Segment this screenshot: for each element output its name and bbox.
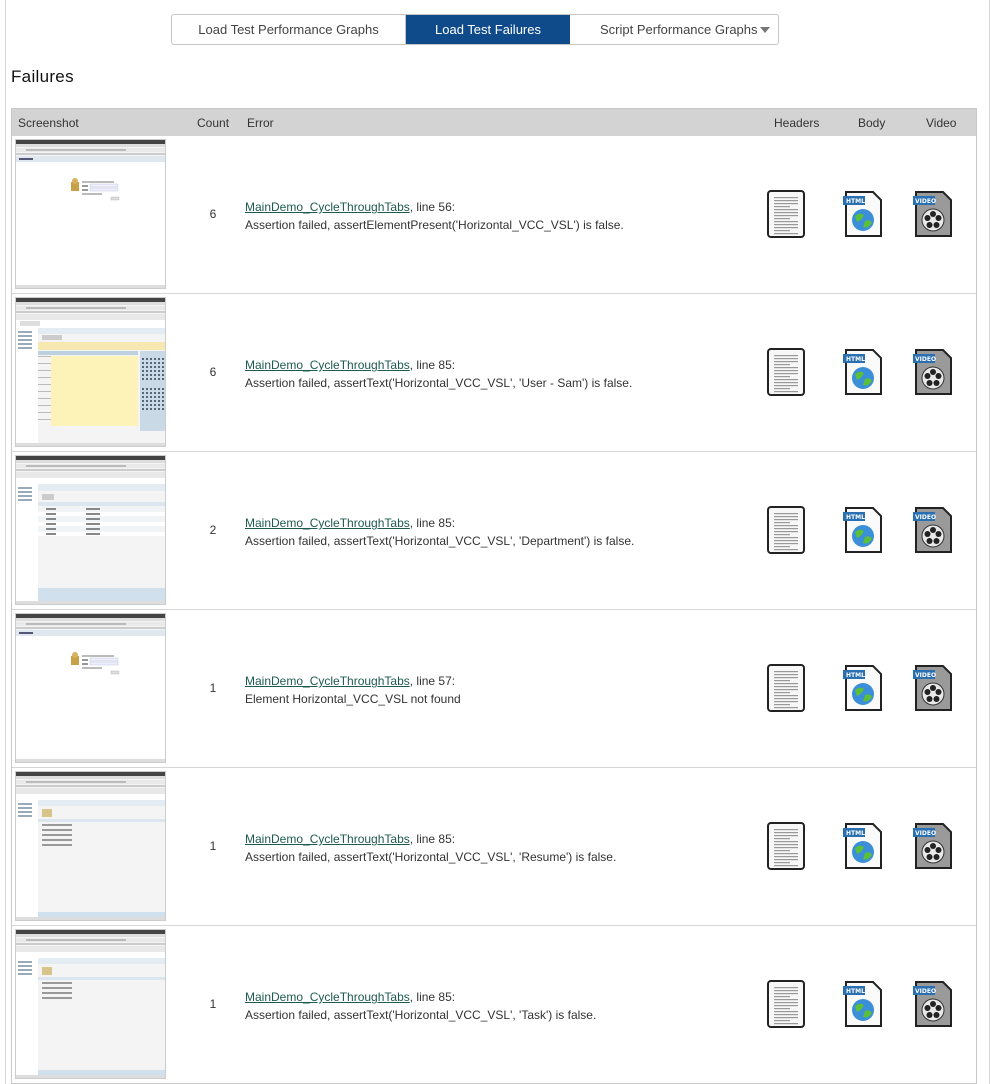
- html-globe-icon[interactable]: HTML: [843, 822, 883, 870]
- error-line: , line 57:: [409, 674, 456, 688]
- error-message: Assertion failed, assertText('Horizontal…: [245, 376, 633, 390]
- column-header-body: Body: [858, 116, 886, 130]
- column-header-headers: Headers: [774, 116, 820, 130]
- screenshot-thumbnail[interactable]: [15, 297, 166, 447]
- error-cell: MainDemo_CycleThroughTabs, line 85: Asser…: [245, 830, 616, 866]
- error-cell: MainDemo_CycleThroughTabs, line 85: Asser…: [245, 988, 596, 1024]
- script-link[interactable]: MainDemo_CycleThroughTabs: [245, 674, 410, 688]
- table-row: 1 MainDemo_CycleThroughTabs, line 85: Asse…: [12, 767, 976, 925]
- script-link[interactable]: MainDemo_CycleThroughTabs: [245, 990, 410, 1004]
- video-film-icon[interactable]: VIDEO: [913, 980, 953, 1028]
- failure-count: 6: [209, 207, 217, 221]
- table-body: 6 MainDemo_CycleThroughTabs, line 56: Asse…: [12, 136, 976, 1083]
- error-message: Assertion failed, assertText('Horizontal…: [245, 534, 635, 548]
- page-title: Failures: [11, 67, 74, 86]
- error-cell: MainDemo_CycleThroughTabs, line 85: Asser…: [245, 514, 634, 550]
- html-globe-icon[interactable]: HTML: [843, 506, 883, 554]
- document-icon[interactable]: [766, 664, 806, 712]
- error-message: Assertion failed, assertText('Horizontal…: [245, 850, 617, 864]
- error-line: , line 85:: [409, 990, 456, 1004]
- screenshot-thumbnail[interactable]: [15, 613, 166, 763]
- script-link[interactable]: MainDemo_CycleThroughTabs: [245, 200, 410, 214]
- document-icon[interactable]: [766, 190, 806, 238]
- video-film-icon[interactable]: VIDEO: [913, 190, 953, 238]
- document-icon[interactable]: [766, 348, 806, 396]
- error-cell: MainDemo_CycleThroughTabs, line 57: Eleme…: [245, 672, 461, 708]
- table-row: 6 MainDemo_CycleThroughTabs, line 56: Asse…: [12, 136, 976, 293]
- failure-count: 1: [209, 839, 217, 853]
- screenshot-thumbnail[interactable]: [15, 139, 166, 289]
- tab-load-test-failures[interactable]: Load Test Failures: [406, 15, 570, 44]
- svg-text:HTML: HTML: [846, 514, 865, 521]
- screenshot-thumbnail[interactable]: [15, 929, 166, 1079]
- document-icon[interactable]: [766, 822, 806, 870]
- table-header: Screenshot Count Error Headers Body Vide…: [12, 109, 976, 136]
- script-link[interactable]: MainDemo_CycleThroughTabs: [245, 358, 410, 372]
- svg-text:VIDEO: VIDEO: [915, 198, 936, 205]
- video-film-icon[interactable]: VIDEO: [913, 664, 953, 712]
- svg-text:HTML: HTML: [846, 356, 865, 363]
- column-header-screenshot: Screenshot: [18, 116, 79, 130]
- error-cell: MainDemo_CycleThroughTabs, line 85: Asser…: [245, 356, 632, 392]
- tab-load-test-performance-graphs[interactable]: Load Test Performance Graphs: [172, 15, 406, 44]
- document-icon[interactable]: [766, 980, 806, 1028]
- svg-text:VIDEO: VIDEO: [915, 672, 936, 679]
- svg-text:VIDEO: VIDEO: [915, 988, 936, 995]
- video-film-icon[interactable]: VIDEO: [913, 506, 953, 554]
- error-line: , line 56:: [409, 200, 456, 214]
- script-link[interactable]: MainDemo_CycleThroughTabs: [245, 832, 410, 846]
- svg-text:HTML: HTML: [846, 988, 865, 995]
- chevron-down-icon[interactable]: [760, 26, 770, 33]
- tab-script-performance-graphs[interactable]: Script Performance Graphs: [570, 15, 778, 44]
- error-message: Assertion failed, assertText('Horizontal…: [245, 1008, 597, 1022]
- html-globe-icon[interactable]: HTML: [843, 980, 883, 1028]
- failure-count: 1: [209, 681, 217, 695]
- video-film-icon[interactable]: VIDEO: [913, 822, 953, 870]
- video-film-icon[interactable]: VIDEO: [913, 348, 953, 396]
- html-globe-icon[interactable]: HTML: [843, 348, 883, 396]
- error-message: Element Horizontal_VCC_VSL not found: [245, 692, 461, 706]
- svg-text:VIDEO: VIDEO: [915, 356, 936, 363]
- svg-text:HTML: HTML: [846, 672, 865, 679]
- error-line: , line 85:: [409, 516, 456, 530]
- table-row: 1 MainDemo_CycleThroughTabs, line 85: Asse…: [12, 925, 976, 1083]
- failures-table: Screenshot Count Error Headers Body Vide…: [11, 108, 977, 1084]
- column-header-video: Video: [926, 116, 957, 130]
- column-header-error: Error: [247, 116, 274, 130]
- svg-text:VIDEO: VIDEO: [915, 830, 936, 837]
- html-globe-icon[interactable]: HTML: [843, 664, 883, 712]
- failure-count: 6: [209, 365, 217, 379]
- document-icon[interactable]: [766, 506, 806, 554]
- error-message: Assertion failed, assertElementPresent('…: [245, 218, 624, 232]
- error-line: , line 85:: [409, 832, 456, 846]
- error-line: , line 85:: [409, 358, 456, 372]
- svg-text:HTML: HTML: [846, 198, 865, 205]
- html-globe-icon[interactable]: HTML: [843, 190, 883, 238]
- screenshot-thumbnail[interactable]: [15, 771, 166, 921]
- screenshot-thumbnail[interactable]: [15, 455, 166, 605]
- svg-text:VIDEO: VIDEO: [915, 514, 936, 521]
- failure-count: 2: [209, 523, 217, 537]
- table-row: 1 MainDemo_CycleThroughTabs, line 57: Elem…: [12, 609, 976, 767]
- tab-script-performance-graphs-label: Script Performance Graphs: [600, 22, 758, 37]
- script-link[interactable]: MainDemo_CycleThroughTabs: [245, 516, 410, 530]
- failure-count: 1: [209, 997, 217, 1011]
- svg-text:HTML: HTML: [846, 830, 865, 837]
- column-header-count: Count: [197, 116, 230, 130]
- error-cell: MainDemo_CycleThroughTabs, line 56: Asser…: [245, 198, 624, 234]
- table-row: 6 MainDemo_CycleThroughTabs, line 85: Asse…: [12, 293, 976, 451]
- table-row: 2 MainDemo_CycleThroughTabs, line 85: Asse…: [12, 451, 976, 609]
- view-tabs: Load Test Performance Graphs Load Test F…: [171, 14, 779, 45]
